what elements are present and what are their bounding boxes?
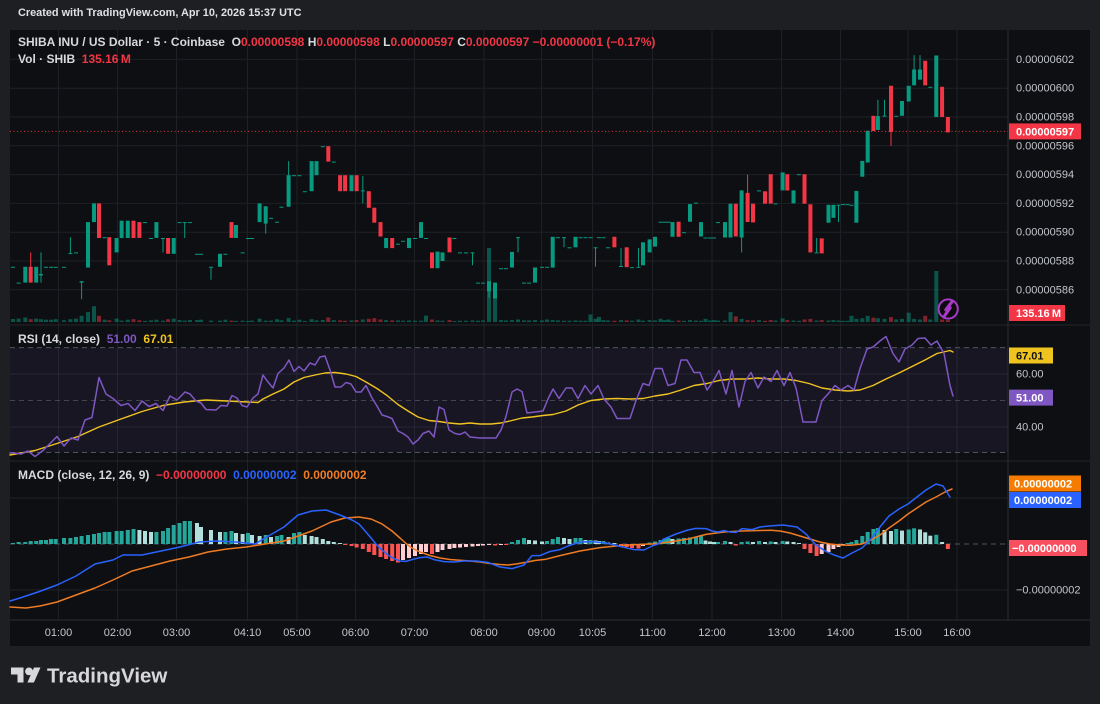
svg-text:08:00: 08:00 <box>470 627 498 639</box>
svg-text:60.00: 60.00 <box>1016 369 1044 381</box>
svg-text:09:00: 09:00 <box>528 627 556 639</box>
svg-text:16:00: 16:00 <box>943 627 971 639</box>
svg-text:01:00: 01:00 <box>45 627 73 639</box>
svg-text:40.00: 40.00 <box>1016 422 1044 434</box>
svg-text:03:00: 03:00 <box>163 627 191 639</box>
svg-text:05:00: 05:00 <box>283 627 311 639</box>
svg-text:−0.00000002: −0.00000002 <box>1016 585 1081 597</box>
svg-text:10:05: 10:05 <box>579 627 607 639</box>
svg-text:11:00: 11:00 <box>639 627 666 639</box>
svg-text:13:00: 13:00 <box>768 627 796 639</box>
svg-text:14:00: 14:00 <box>827 627 855 639</box>
svg-text:51.00: 51.00 <box>1016 393 1044 405</box>
svg-text:135.16 M: 135.16 M <box>1016 308 1061 320</box>
svg-text:−0.00000000: −0.00000000 <box>1012 543 1077 555</box>
svg-text:04:10: 04:10 <box>234 627 262 639</box>
svg-text:0.00000596: 0.00000596 <box>1016 140 1074 152</box>
svg-text:0.00000598: 0.00000598 <box>1016 112 1074 124</box>
svg-text:0.00000002: 0.00000002 <box>1014 479 1072 491</box>
svg-text:0.00000586: 0.00000586 <box>1016 284 1074 296</box>
svg-text:0.00000588: 0.00000588 <box>1016 256 1074 268</box>
svg-text:02:00: 02:00 <box>104 627 132 639</box>
svg-text:0.00000590: 0.00000590 <box>1016 227 1074 239</box>
svg-text:67.01: 67.01 <box>1016 351 1044 363</box>
svg-text:TradingView: TradingView <box>47 665 167 688</box>
svg-text:0.00000602: 0.00000602 <box>1016 54 1074 66</box>
svg-text:06:00: 06:00 <box>342 627 370 639</box>
svg-text:0.00000597: 0.00000597 <box>1016 126 1074 138</box>
svg-text:0.00000600: 0.00000600 <box>1016 83 1074 95</box>
svg-text:15:00: 15:00 <box>894 627 922 639</box>
svg-text:0.00000594: 0.00000594 <box>1016 169 1074 181</box>
svg-text:07:00: 07:00 <box>401 627 429 639</box>
svg-text:0.00000002: 0.00000002 <box>1014 495 1072 507</box>
svg-text:0.00000592: 0.00000592 <box>1016 198 1074 210</box>
svg-text:12:00: 12:00 <box>698 627 726 639</box>
